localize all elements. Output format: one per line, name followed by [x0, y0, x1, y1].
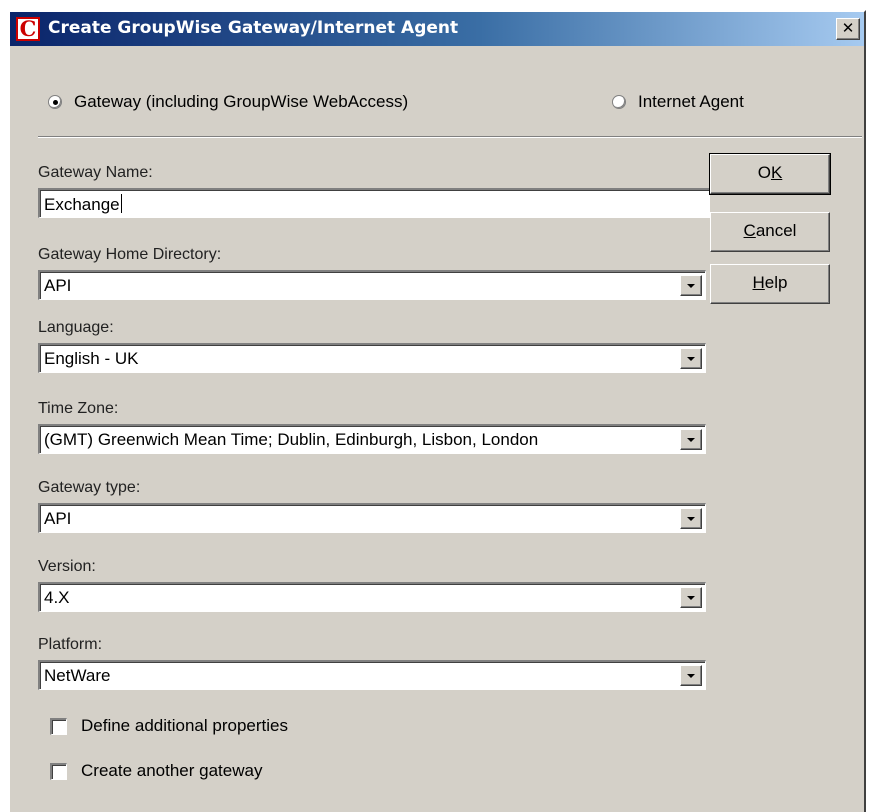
gateway-name-input[interactable]: Exchange	[38, 188, 710, 218]
title-bar[interactable]: C Create GroupWise Gateway/Internet Agen…	[10, 12, 864, 46]
internet-agent-radio-label: Internet Agent	[638, 92, 744, 111]
create-another-label: Create another gateway	[81, 761, 263, 780]
create-gateway-dialog: C Create GroupWise Gateway/Internet Agen…	[8, 10, 866, 812]
internet-agent-radio-option[interactable]: Internet Agent	[612, 92, 744, 112]
cancel-button[interactable]: Cancel	[710, 212, 830, 252]
text-cursor	[120, 194, 122, 213]
create-another-checkbox[interactable]: Create another gateway	[50, 760, 262, 782]
platform-value: NetWare	[44, 666, 111, 685]
platform-select[interactable]: NetWare	[38, 660, 706, 690]
radio-unselected-icon[interactable]	[612, 95, 626, 109]
language-label: Language:	[38, 319, 114, 336]
dropdown-arrow-icon[interactable]	[680, 587, 702, 608]
help-post: elp	[764, 273, 788, 292]
help-button[interactable]: Help	[710, 264, 830, 304]
checkbox-unchecked-icon[interactable]	[50, 762, 67, 780]
ok-mnemonic: K	[770, 163, 783, 182]
gateway-radio-option[interactable]: Gateway (including GroupWise WebAccess)	[48, 92, 408, 112]
gateway-name-label: Gateway Name:	[38, 164, 153, 181]
ok-button[interactable]: OK	[709, 153, 831, 195]
platform-label: Platform:	[38, 636, 103, 653]
home-directory-value: API	[44, 276, 72, 295]
define-additional-label: Define additional properties	[81, 716, 288, 735]
version-select[interactable]: 4.X	[38, 582, 706, 612]
radio-selected-icon[interactable]	[48, 95, 62, 109]
gateway-type-select[interactable]: API	[38, 503, 706, 533]
dropdown-arrow-icon[interactable]	[680, 275, 702, 296]
time-zone-select[interactable]: (GMT) Greenwich Mean Time; Dublin, Edinb…	[38, 424, 706, 454]
dropdown-arrow-icon[interactable]	[680, 429, 702, 450]
separator	[38, 136, 862, 138]
dropdown-arrow-icon[interactable]	[680, 348, 702, 369]
close-button[interactable]: ✕	[836, 18, 860, 40]
ok-pre: O	[757, 163, 771, 182]
cancel-post: ancel	[755, 221, 797, 240]
home-directory-label: Gateway Home Directory:	[38, 246, 222, 263]
gateway-radio-label: Gateway (including GroupWise WebAccess)	[74, 92, 409, 111]
time-zone-label: Time Zone:	[38, 400, 119, 417]
version-value: 4.X	[44, 588, 70, 607]
app-c-icon: C	[16, 17, 40, 41]
gateway-type-value: API	[44, 509, 72, 528]
gateway-type-label: Gateway type:	[38, 479, 141, 496]
dropdown-arrow-icon[interactable]	[680, 665, 702, 686]
help-mnemonic: H	[752, 273, 765, 292]
gateway-name-value: Exchange	[44, 195, 120, 214]
language-value: English - UK	[44, 349, 139, 368]
language-select[interactable]: English - UK	[38, 343, 706, 373]
define-additional-checkbox[interactable]: Define additional properties	[50, 715, 288, 737]
dropdown-arrow-icon[interactable]	[680, 508, 702, 529]
version-label: Version:	[38, 558, 96, 575]
checkbox-unchecked-icon[interactable]	[50, 717, 67, 735]
home-directory-select[interactable]: API	[38, 270, 706, 300]
cancel-mnemonic: C	[743, 221, 756, 240]
dialog-title: Create GroupWise Gateway/Internet Agent	[48, 18, 459, 38]
time-zone-value: (GMT) Greenwich Mean Time; Dublin, Edinb…	[44, 430, 539, 449]
